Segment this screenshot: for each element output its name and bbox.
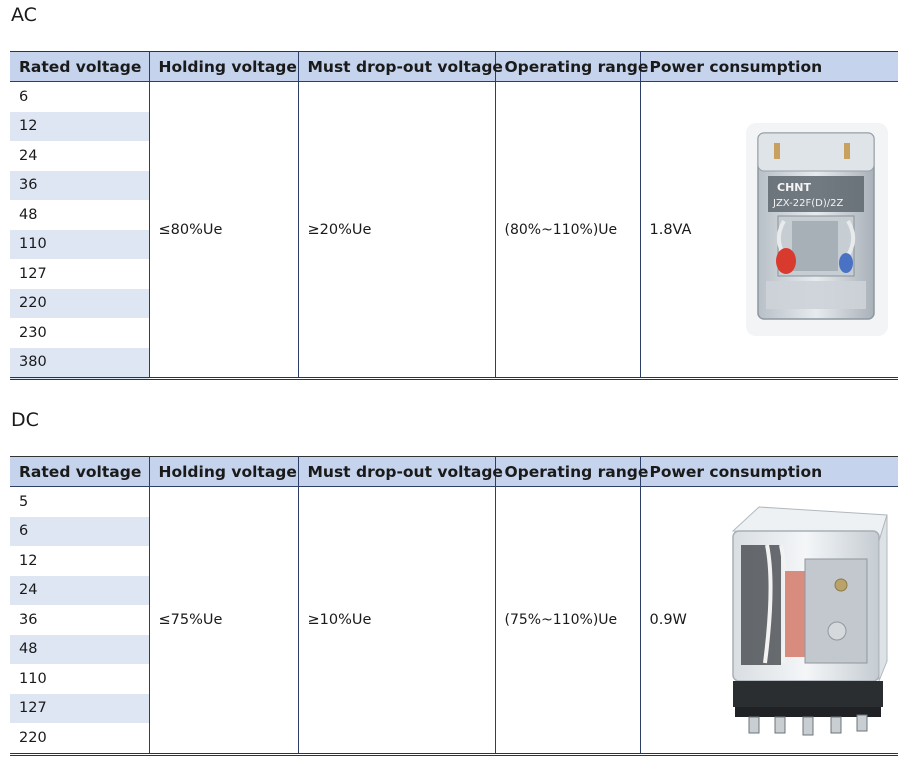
ac-section-title: AC [11,4,37,26]
dc-rated-voltage-cell: 12 [19,552,38,569]
ac-holding-voltage-cell: ≤80%Ue [148,81,298,379]
dc-holding-voltage-cell: ≤75%Ue [148,486,298,754]
table-row: 5 ≤75%Ue ≥10%Ue (75%~110%)Ue 0.9W [10,486,898,754]
ac-rated-voltage-cell: 24 [19,147,38,164]
dc-header-row: Rated voltage Holding voltage Must drop-… [10,456,898,487]
ac-rated-voltage-cell: 36 [10,170,149,200]
ac-header-power-consumption: Power consumption [639,51,898,82]
dc-rated-voltage-cell: 24 [10,575,149,605]
dc-header-power-consumption: Power consumption [639,456,898,487]
ac-header-operating-range: Operating range [494,51,648,82]
dc-header-rated-voltage: Rated voltage [10,456,149,487]
dc-power-consumption-cell: 0.9W [639,486,898,754]
dc-rated-voltage-cell: 127 [10,693,149,723]
ac-relay-image: CHNT JZX-22F(D)/2Z [745,123,888,336]
ac-rated-voltage-cell: 48 [19,206,38,223]
dc-rated-voltage-cell: 5 [19,493,29,510]
ac-power-consumption-value: 1.8VA [649,221,692,238]
ac-relay-brand-text: CHNT [777,181,811,194]
ac-header-row: Rated voltage Holding voltage Must drop-… [10,51,898,82]
dc-drop-out-voltage-cell: ≥10%Ue [297,486,495,754]
dc-rated-voltage-cell: 48 [10,634,149,664]
dc-rated-voltage-cell: 110 [19,670,47,687]
dc-relay-image [731,506,888,736]
ac-header-holding-voltage: Holding voltage [148,51,298,82]
ac-rated-voltage-cell: 6 [19,88,29,105]
ac-rated-voltage-cell: 380 [10,347,149,379]
ac-drop-out-voltage-cell: ≥20%Ue [297,81,495,379]
ac-rated-voltage-cell: 230 [19,324,47,341]
dc-header-holding-voltage: Holding voltage [148,456,298,487]
dc-spec-table: Rated voltage Holding voltage Must drop-… [10,456,898,756]
ac-rated-voltage-cell: 127 [19,265,47,282]
dc-rated-voltage-cell: 36 [19,611,38,628]
ac-spec-table: Rated voltage Holding voltage Must drop-… [10,51,898,380]
dc-rated-voltage-cell: 6 [10,516,149,546]
ac-rated-voltage-cell: 220 [10,288,149,318]
ac-rated-voltage-cell: 110 [10,229,149,259]
ac-header-rated-voltage: Rated voltage [10,51,149,82]
ac-rated-voltage-cell: 12 [10,111,149,141]
dc-operating-range-cell: (75%~110%)Ue [494,486,640,754]
ac-operating-range-cell: (80%~110%)Ue [494,81,640,379]
dc-power-consumption-value: 0.9W [649,611,687,628]
dc-header-drop-out-voltage: Must drop-out voltage [297,456,503,487]
ac-power-consumption-cell: 1.8VA CHNT JZX-22F(D)/2Z [639,81,898,379]
table-row: 6 ≤80%Ue ≥20%Ue (80%~110%)Ue 1.8VA CHNT … [10,81,898,379]
ac-relay-model-text: JZX-22F(D)/2Z [772,198,843,209]
dc-rated-voltage-cell: 220 [19,729,47,746]
ac-header-drop-out-voltage: Must drop-out voltage [297,51,503,82]
dc-header-operating-range: Operating range [494,456,648,487]
dc-section-title: DC [11,409,39,431]
